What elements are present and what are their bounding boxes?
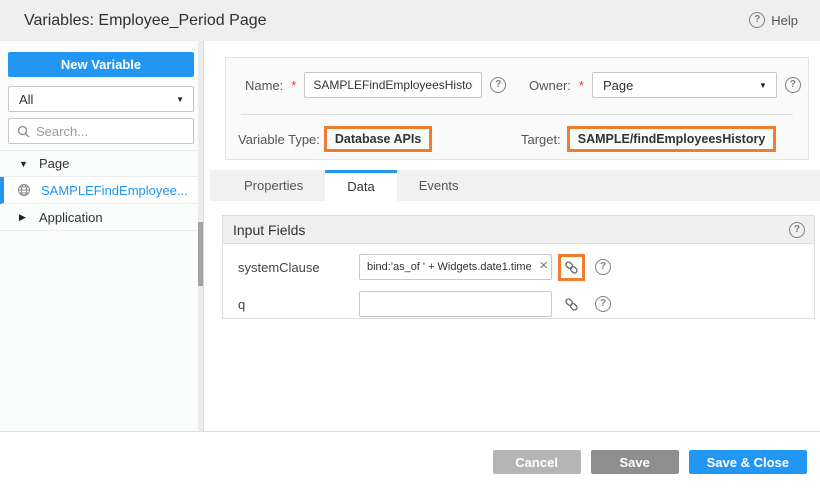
tree-item-variable-label: SAMPLEFindEmployee... (41, 183, 188, 198)
name-help-icon[interactable]: ? (490, 77, 506, 93)
tree-group-page-label: Page (39, 156, 69, 171)
owner-required-marker: * (579, 78, 584, 93)
q-label: q (223, 297, 359, 312)
tree-item-variable[interactable]: SAMPLEFindEmployee... (0, 177, 198, 204)
q-input-wrap (359, 291, 552, 317)
owner-label: Owner: (529, 78, 571, 93)
name-field-group: Name: * ? (245, 71, 506, 99)
tree-group-application[interactable]: ▶ Application (0, 204, 198, 231)
input-field-row-q: q ? (223, 291, 814, 317)
input-field-row-systemclause: systemClause × ? (223, 254, 814, 280)
input-fields-help-icon[interactable]: ? (789, 222, 805, 238)
variable-type-group: Variable Type: Database APIs (238, 122, 432, 156)
q-bind-button[interactable] (558, 291, 585, 318)
chevron-down-icon: ▼ (176, 95, 184, 104)
tree-group-page[interactable]: ▼ Page (0, 150, 198, 177)
variables-tree: ▼ Page SAMPLEFindEmployee... ▶ Applicati… (0, 150, 198, 231)
variable-summary-panel: Name: * ? Owner: * Page ▼ ? (225, 57, 809, 160)
save-and-close-button[interactable]: Save & Close (689, 450, 807, 474)
owner-field-group: Owner: * Page ▼ ? (529, 71, 801, 99)
target-group: Target: SAMPLE/findEmployeesHistory (521, 122, 776, 156)
tree-group-application-label: Application (39, 210, 103, 225)
type-target-row: Variable Type: Database APIs Target: SAM… (226, 122, 808, 156)
new-variable-button[interactable]: New Variable (8, 52, 194, 77)
variable-type-label: Variable Type: (238, 132, 320, 147)
systemclause-bind-button[interactable] (558, 254, 585, 281)
variable-search[interactable] (8, 118, 194, 144)
footer-buttons: Cancel Save Save & Close (493, 450, 807, 474)
caret-right-icon: ▶ (19, 212, 29, 223)
dialog-header: Variables: Employee_Period Page ? Help (0, 0, 820, 41)
search-icon (17, 125, 30, 138)
tab-data[interactable]: Data (325, 170, 396, 201)
input-fields-panel: Input Fields ? systemClause × ? q (222, 215, 815, 319)
name-input[interactable] (304, 72, 482, 98)
systemclause-input[interactable] (359, 254, 552, 280)
variable-detail-panel: Name: * ? Owner: * Page ▼ ? (205, 41, 820, 431)
input-fields-header: Input Fields ? (223, 216, 814, 244)
target-label: Target: (521, 132, 561, 147)
q-help-icon[interactable]: ? (595, 296, 611, 312)
sidebar-scrollbar-track (198, 41, 203, 431)
caret-down-icon: ▼ (19, 159, 29, 169)
service-variable-icon (17, 183, 31, 197)
detail-tabs: Properties Data Events (210, 170, 820, 201)
owner-help-icon[interactable]: ? (785, 77, 801, 93)
sidebar-scrollbar-thumb[interactable] (198, 222, 203, 286)
q-input[interactable] (359, 291, 552, 317)
panel-divider (241, 114, 793, 115)
help-icon: ? (749, 12, 765, 28)
variables-dialog: Variables: Employee_Period Page ? Help N… (0, 0, 820, 489)
systemclause-help-icon[interactable]: ? (595, 259, 611, 275)
systemclause-label: systemClause (223, 260, 359, 275)
dialog-footer: Cancel Save Save & Close (0, 431, 820, 489)
systemclause-input-wrap: × (359, 254, 552, 280)
save-button[interactable]: Save (591, 450, 679, 474)
page-title: Variables: Employee_Period Page (24, 0, 267, 41)
help-link[interactable]: ? Help (749, 12, 798, 28)
chevron-down-icon: ▼ (759, 81, 767, 90)
name-label: Name: (245, 78, 283, 93)
name-owner-row: Name: * ? Owner: * Page ▼ ? (226, 71, 808, 99)
variable-filter-select[interactable]: All ▼ (8, 86, 194, 112)
clear-icon[interactable]: × (539, 257, 548, 275)
help-label: Help (771, 13, 798, 28)
owner-select-value: Page (603, 78, 633, 93)
variable-type-value-highlighted: Database APIs (324, 126, 432, 152)
tab-properties[interactable]: Properties (222, 170, 325, 201)
target-value-highlighted: SAMPLE/findEmployeesHistory (567, 126, 777, 152)
variables-sidebar: New Variable All ▼ ▼ Page SAMPLEFindEmpl… (0, 41, 204, 431)
cancel-button[interactable]: Cancel (493, 450, 581, 474)
search-input[interactable] (36, 124, 185, 139)
tab-events[interactable]: Events (397, 170, 481, 201)
variable-filter-value: All (19, 92, 33, 107)
input-fields-title: Input Fields (233, 222, 305, 238)
name-required-marker: * (291, 78, 296, 93)
owner-select[interactable]: Page ▼ (592, 72, 777, 98)
